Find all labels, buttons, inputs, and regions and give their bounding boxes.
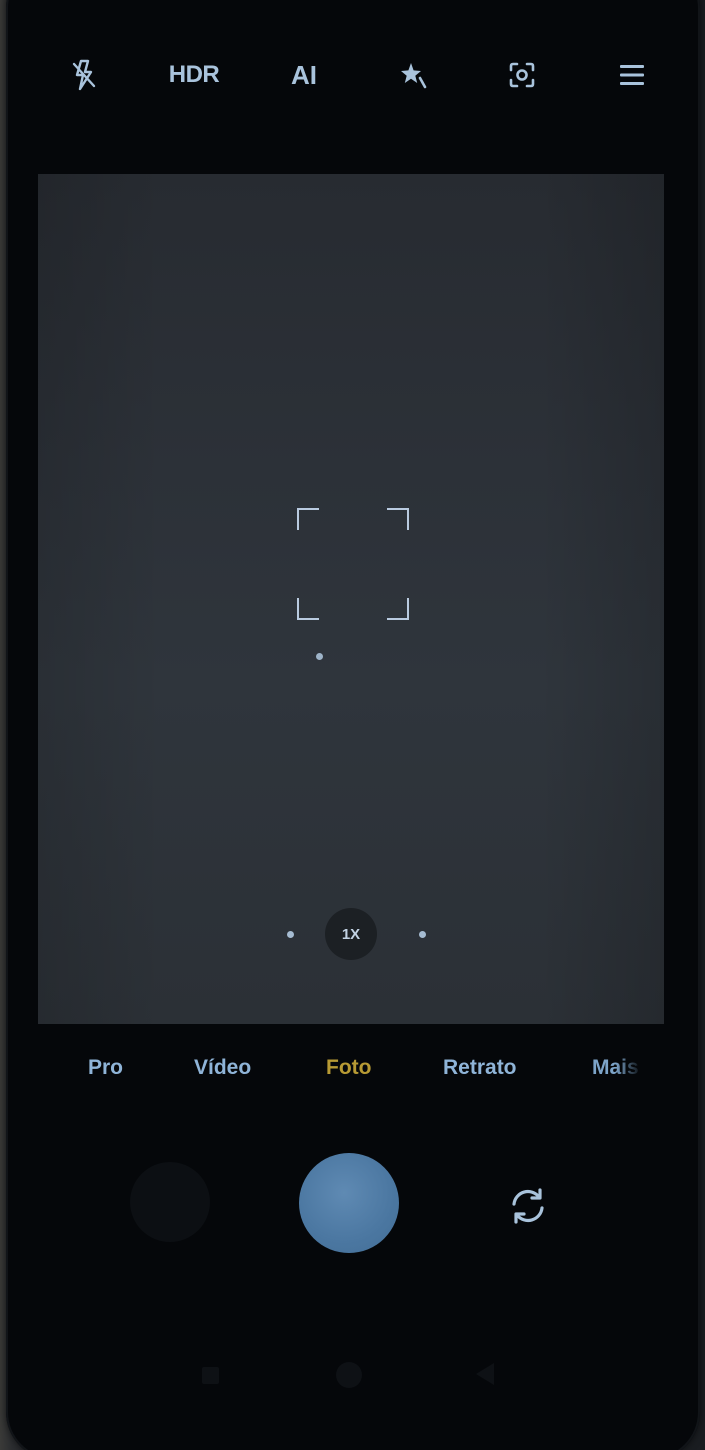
recents-button[interactable] [202, 1367, 219, 1384]
camera-mode-selector: Pro Vídeo Foto Retrato Mais [6, 1046, 700, 1096]
scene: HDR AI 1X Pro Vídeo Foto Retrato Mais [0, 0, 705, 1450]
focus-corner-top-right [387, 508, 409, 530]
mode-pro[interactable]: Pro [88, 1056, 123, 1080]
mode-portrait[interactable]: Retrato [443, 1056, 517, 1080]
camera-viewfinder[interactable]: 1X [38, 174, 664, 1024]
mode-video[interactable]: Vídeo [194, 1056, 251, 1080]
phone-screen: HDR AI 1X Pro Vídeo Foto Retrato Mais [6, 0, 700, 1450]
magic-star-svg [401, 63, 427, 89]
system-navigation-bar [6, 1350, 700, 1402]
hamburger-menu-icon[interactable] [612, 55, 652, 95]
zoom-option-tele[interactable] [419, 931, 426, 938]
mode-more[interactable]: Mais [592, 1056, 639, 1080]
camera-top-bar: HDR AI [6, 0, 700, 134]
menu-svg [620, 65, 644, 85]
exposure-indicator[interactable] [316, 653, 323, 660]
lens-svg [509, 62, 535, 88]
focus-corner-top-left [297, 508, 319, 530]
hdr-button[interactable]: HDR [156, 55, 232, 95]
switch-camera-icon[interactable] [506, 1184, 550, 1228]
zoom-level-button[interactable]: 1X [325, 908, 377, 960]
flash-off-icon[interactable] [64, 55, 104, 95]
magic-star-icon[interactable] [393, 55, 433, 95]
shutter-icon[interactable] [299, 1153, 399, 1253]
focus-frame-icon [297, 508, 409, 620]
back-button[interactable] [476, 1363, 494, 1385]
flash-off-svg [72, 59, 96, 91]
zoom-selector: 1X [38, 904, 664, 964]
google-lens-icon[interactable] [502, 55, 542, 95]
home-button[interactable] [336, 1362, 362, 1388]
zoom-option-wide[interactable] [287, 931, 294, 938]
switch-camera-svg [512, 1188, 544, 1224]
gallery-thumbnail[interactable] [130, 1162, 210, 1242]
mode-photo[interactable]: Foto [326, 1056, 371, 1080]
focus-corner-bottom-right [387, 598, 409, 620]
focus-corner-bottom-left [297, 598, 319, 620]
ai-button[interactable]: AI [274, 55, 334, 95]
